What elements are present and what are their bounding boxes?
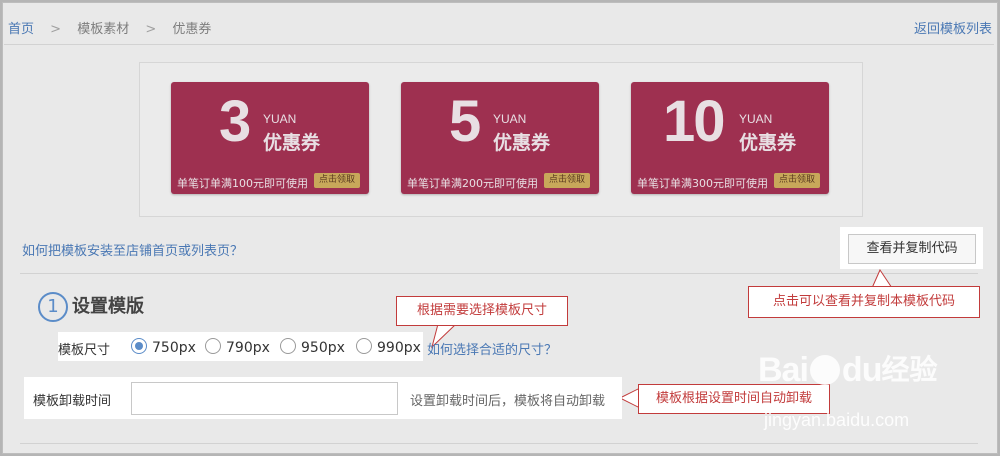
section-title: 1 设置模版	[38, 292, 144, 322]
size-option-750[interactable]: 750px	[131, 338, 196, 356]
unload-time-hint: 设置卸载时间后，模板将自动卸载	[410, 394, 606, 409]
unload-time-input[interactable]	[131, 382, 398, 415]
radio-icon[interactable]	[205, 338, 221, 354]
baidu-paw-icon	[809, 355, 840, 385]
step-number-icon: 1	[38, 292, 68, 322]
size-option-label: 990px	[377, 340, 421, 356]
watermark-logo: Bai	[758, 351, 809, 389]
size-option-label: 950px	[301, 340, 345, 356]
unload-time-label: 模板卸载时间	[33, 394, 112, 409]
size-option-790[interactable]: 790px	[205, 338, 270, 356]
size-label: 模板尺寸	[58, 343, 111, 358]
callout-pointer	[618, 387, 641, 409]
section-title-text: 设置模版	[72, 296, 144, 317]
radio-icon[interactable]	[280, 338, 296, 354]
copy-callout: 点击可以查看并复制本模板代码	[748, 286, 980, 318]
watermark-logo-tail: du	[841, 351, 883, 389]
size-option-990[interactable]: 990px	[356, 338, 421, 356]
watermark-cn: 经验	[881, 353, 938, 386]
size-option-label: 750px	[152, 340, 196, 356]
watermark-url: jingyan.baidu.com	[764, 410, 910, 430]
size-option-label: 790px	[226, 340, 270, 356]
radio-selected-icon[interactable]	[131, 338, 147, 354]
radio-icon[interactable]	[356, 338, 372, 354]
size-help-link[interactable]: 如何选择合适的尺寸？	[427, 339, 557, 358]
size-callout: 根据需要选择模板尺寸	[396, 296, 568, 326]
baidu-watermark: Bai du经验	[758, 348, 937, 390]
size-option-950[interactable]: 950px	[280, 338, 345, 356]
divider	[20, 443, 978, 444]
